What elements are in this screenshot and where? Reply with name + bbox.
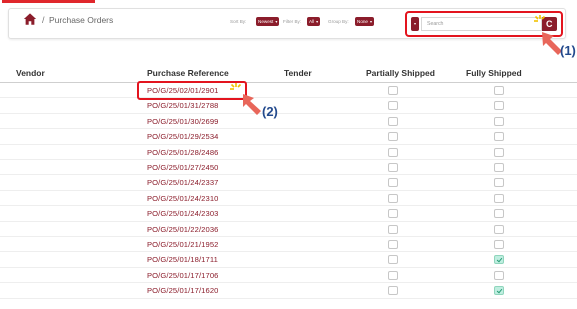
fully-shipped-checkbox[interactable] (494, 163, 504, 172)
click-sparkle-icon (534, 15, 546, 22)
purchase-reference-link[interactable]: PO/G/25/01/30/2699 (147, 117, 218, 126)
table-row[interactable]: PO/G/25/01/24/2303 (0, 206, 577, 222)
purchase-reference-link[interactable]: PO/G/25/01/28/2486 (147, 148, 218, 157)
fully-shipped-checkbox[interactable] (494, 286, 504, 296)
table-row[interactable]: PO/G/25/01/29/2534 (0, 129, 577, 145)
table-row[interactable]: PO/G/25/01/22/2036 (0, 222, 577, 237)
partially-shipped-checkbox[interactable] (388, 147, 398, 157)
table-row[interactable]: PO/G/25/01/31/2788 (0, 98, 577, 114)
purchase-reference-link[interactable]: PO/G/25/01/24/2303 (147, 209, 218, 218)
fully-shipped-checkbox[interactable] (494, 240, 504, 249)
fully-shipped-checkbox[interactable] (494, 270, 504, 280)
search-options-dropdown[interactable]: ▾ (411, 17, 419, 31)
table-row[interactable]: PO/G/25/01/18/1711 (0, 252, 577, 268)
purchase-reference-link[interactable]: PO/G/25/01/24/2310 (147, 194, 218, 203)
chevron-down-icon: ▾ (369, 19, 372, 24)
table-row[interactable]: PO/G/25/01/24/2337 (0, 175, 577, 191)
partially-shipped-checkbox[interactable] (388, 101, 398, 111)
table-row[interactable]: PO/G/25/01/17/1706 (0, 268, 577, 284)
column-header-fully-shipped[interactable]: Fully Shipped (466, 68, 522, 78)
fully-shipped-checkbox[interactable] (494, 86, 504, 95)
partially-shipped-checkbox[interactable] (388, 286, 398, 296)
filter-label: Filter By: (283, 19, 302, 24)
column-header-partially-shipped[interactable]: Partially Shipped (366, 68, 435, 78)
table-row[interactable]: PO/G/25/01/28/2486 (0, 145, 577, 160)
purchase-reference-link[interactable]: PO/G/25/01/31/2788 (147, 101, 218, 110)
partially-shipped-checkbox[interactable] (388, 193, 398, 203)
group-dropdown[interactable]: None ▾ (355, 17, 374, 26)
purchase-reference-link[interactable]: PO/G/25/01/24/2337 (147, 178, 218, 187)
partially-shipped-checkbox[interactable] (388, 163, 398, 172)
partially-shipped-checkbox[interactable] (388, 116, 398, 126)
purchase-reference-link[interactable]: PO/G/25/01/18/1711 (147, 255, 218, 264)
breadcrumb-separator: / (42, 15, 45, 25)
partially-shipped-checkbox[interactable] (388, 178, 398, 188)
partially-shipped-checkbox[interactable] (388, 270, 398, 280)
sort-label: Sort By: (230, 19, 247, 24)
step-2-label: (2) (262, 104, 278, 119)
fully-shipped-checkbox[interactable] (494, 147, 504, 157)
chevron-down-icon: ▾ (275, 19, 278, 24)
top-accent-strip (2, 0, 95, 3)
partially-shipped-checkbox[interactable] (388, 240, 398, 249)
table-row[interactable]: PO/G/25/01/17/1620 (0, 283, 577, 299)
purchase-reference-link[interactable]: PO/G/25/01/17/1706 (147, 271, 218, 280)
group-value: None (357, 19, 368, 24)
purchase-reference-link[interactable]: PO/G/25/01/17/1620 (147, 286, 218, 295)
fully-shipped-checkbox[interactable] (494, 116, 504, 126)
partially-shipped-checkbox[interactable] (388, 132, 398, 142)
table-row[interactable]: PO/G/25/01/24/2310 (0, 191, 577, 207)
breadcrumb-page-title: Purchase Orders (49, 15, 114, 25)
step-1-label: (1) (560, 43, 576, 58)
sort-dropdown[interactable]: Newest ▾ (256, 17, 280, 26)
filter-dropdown[interactable]: All ▾ (307, 17, 321, 26)
fully-shipped-checkbox[interactable] (494, 224, 504, 234)
filter-value: All (309, 19, 315, 24)
purchase-reference-link[interactable]: PO/G/25/01/27/2450 (147, 163, 218, 172)
partially-shipped-checkbox[interactable] (388, 224, 398, 234)
sort-value: Newest (258, 19, 274, 24)
fully-shipped-checkbox[interactable] (494, 101, 504, 111)
search-input[interactable] (421, 17, 542, 31)
chevron-down-icon: ▾ (413, 21, 416, 26)
partially-shipped-checkbox[interactable] (388, 86, 398, 95)
table-row[interactable]: PO/G/25/01/27/2450 (0, 160, 577, 176)
group-label: Group By: (328, 19, 349, 24)
fully-shipped-checkbox[interactable] (494, 132, 504, 142)
table-row[interactable]: PO/G/25/02/01/2901 (0, 83, 577, 99)
column-header-tender[interactable]: Tender (284, 68, 312, 78)
purchase-reference-link[interactable]: PO/G/25/01/29/2534 (147, 132, 218, 141)
chevron-down-icon: ▾ (316, 19, 319, 24)
fully-shipped-checkbox[interactable] (494, 193, 504, 203)
partially-shipped-checkbox[interactable] (388, 209, 398, 219)
table-row[interactable]: PO/G/25/01/21/1952 (0, 237, 577, 253)
fully-shipped-checkbox[interactable] (494, 209, 504, 219)
fully-shipped-checkbox[interactable] (494, 178, 504, 188)
table-row[interactable]: PO/G/25/01/30/2699 (0, 114, 577, 130)
fully-shipped-checkbox[interactable] (494, 255, 504, 265)
purchase-reference-link[interactable]: PO/G/25/01/21/1952 (147, 240, 218, 249)
column-header-vendor[interactable]: Vendor (16, 68, 45, 78)
home-icon[interactable] (23, 12, 37, 26)
table-header: Vendor Purchase Reference Tender Partial… (0, 64, 577, 83)
partially-shipped-checkbox[interactable] (388, 255, 398, 265)
pointer-arrow-icon (243, 94, 261, 115)
purchase-orders-page: / Purchase Orders Sort By: Newest ▾ Filte… (0, 0, 577, 309)
column-header-reference[interactable]: Purchase Reference (147, 68, 229, 78)
purchase-reference-link[interactable]: PO/G/25/01/22/2036 (147, 225, 218, 234)
